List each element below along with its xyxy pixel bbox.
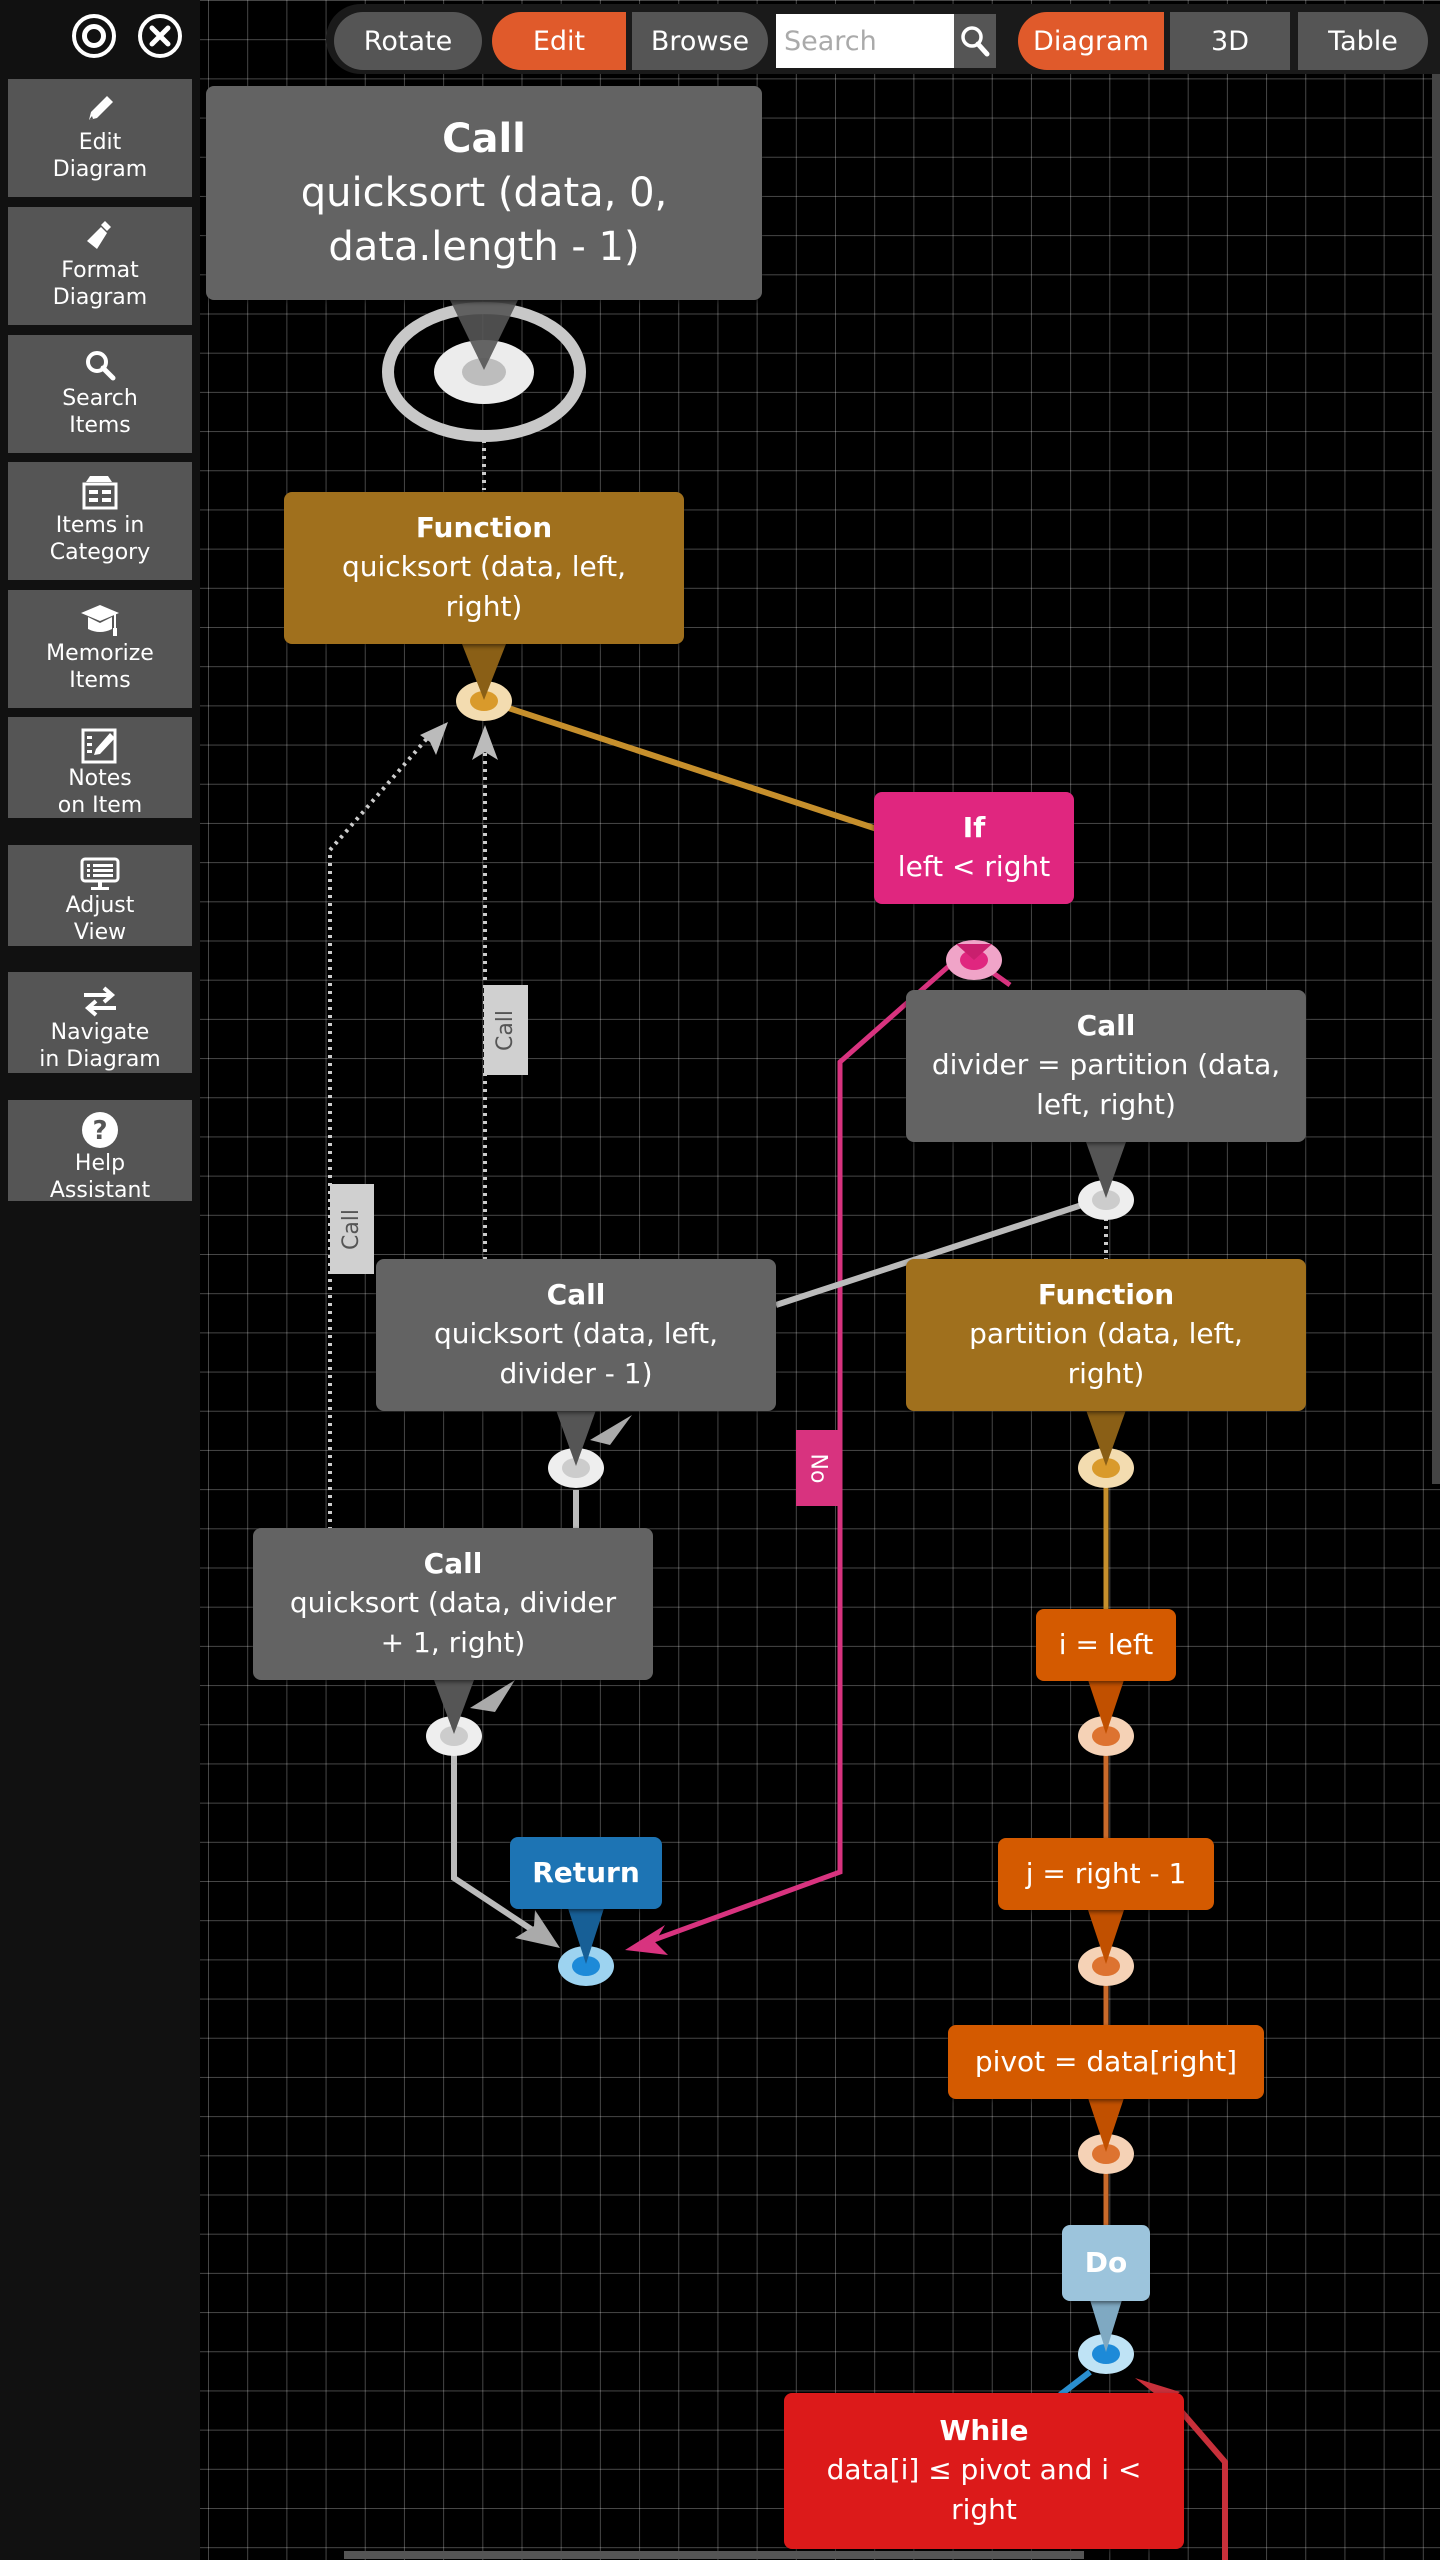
sidebar-item-notes-on-item[interactable]: Notes on Item [8, 717, 192, 818]
node-text: right) [445, 590, 523, 623]
node-keyword: Call [423, 1547, 483, 1580]
sidebar-item-search-items[interactable]: Search Items [8, 335, 192, 453]
sidebar-item-help-assistant[interactable]: ? Help Assistant [8, 1100, 192, 1203]
node-text: left, right) [1036, 1088, 1176, 1121]
sidebar-item-label: Diagram [52, 157, 148, 182]
search-button[interactable] [954, 14, 996, 68]
node-return[interactable]: Return [510, 1837, 662, 1909]
sidebar-item-label: Items in [55, 513, 145, 538]
node-keyword: Function [1037, 1278, 1175, 1311]
question-circle-icon: ? [78, 1110, 122, 1150]
node-text: divider - 1) [499, 1357, 653, 1390]
sidebar-item-label: Help [74, 1151, 126, 1176]
sidebar-item-label: Items [69, 413, 131, 438]
sidebar-item-label: Search [62, 386, 138, 411]
search-input[interactable] [776, 14, 954, 68]
pencil-icon [78, 89, 122, 129]
node-text: quicksort (data, left, [433, 1317, 719, 1350]
node-if[interactable]: If left < right [874, 792, 1074, 904]
node-text: i = left [1058, 1628, 1154, 1661]
edge-label-text: Call [339, 1208, 365, 1250]
magnifier-icon [78, 345, 122, 385]
sidebar-item-label: Diagram [52, 285, 148, 310]
sidebar-item-label: Notes [68, 766, 132, 791]
node-call-quicksort-right[interactable]: Call quicksort (data, divider + 1, right… [253, 1528, 653, 1680]
3d-view-button[interactable]: 3D [1170, 12, 1290, 70]
vertical-scrollbar[interactable] [1432, 28, 1440, 1484]
top-toolbar: Rotate Edit Browse Diagram 3D Table [326, 4, 1440, 74]
category-card-icon [78, 472, 122, 512]
node-keyword: Return [532, 1856, 640, 1889]
node-text: quicksort (data, divider [289, 1586, 617, 1619]
sidebar-item-label: Assistant [49, 1178, 151, 1203]
node-do[interactable]: Do [1062, 2225, 1150, 2301]
edge-label-call-2[interactable]: Call [330, 1184, 374, 1274]
node-while[interactable]: While data[i] ≤ pivot and i < right [784, 2393, 1184, 2549]
edge-label-call-1[interactable]: Call [484, 985, 528, 1075]
sidebar-item-label: View [73, 920, 127, 945]
node-call-partition[interactable]: Call divider = partition (data, left, ri… [906, 990, 1306, 1142]
node-assign-j[interactable]: j = right - 1 [998, 1838, 1214, 1910]
node-keyword: Do [1084, 2246, 1128, 2279]
node-keyword: While [939, 2414, 1029, 2447]
node-function-partition[interactable]: Function partition (data, left, right) [906, 1259, 1306, 1411]
node-call-quicksort-left[interactable]: Call quicksort (data, left, divider - 1) [376, 1259, 776, 1411]
edge-label-no[interactable]: No [796, 1430, 840, 1506]
sidebar-item-label: Category [49, 540, 151, 565]
node-text: right [951, 2493, 1017, 2526]
sidebar-item-navigate-in-diagram[interactable]: Navigate in Diagram [8, 972, 192, 1073]
close-x-icon[interactable] [138, 14, 182, 58]
diagram-view-button[interactable]: Diagram [1018, 12, 1164, 70]
node-text: partition (data, left, [969, 1317, 1243, 1350]
node-text: + 1, right) [380, 1626, 526, 1659]
node-function-quicksort[interactable]: Function quicksort (data, left, right) [284, 492, 684, 644]
edge-label-text: No [805, 1453, 831, 1483]
search-icon [961, 26, 990, 57]
monitor-list-icon [78, 855, 122, 892]
node-text: left < right [897, 850, 1051, 883]
node-assign-i[interactable]: i = left [1036, 1609, 1176, 1681]
sidebar-item-label: Edit [78, 130, 122, 155]
sidebar-item-label: Items [69, 668, 131, 693]
sidebar-item-adjust-view[interactable]: Adjust View [8, 845, 192, 946]
node-text: j = right - 1 [1025, 1857, 1187, 1890]
node-text: quicksort (data, 0, [300, 170, 668, 216]
sidebar-item-items-in-category[interactable]: Items in Category [8, 462, 192, 580]
horizontal-scrollbar[interactable] [344, 2551, 1084, 2559]
node-keyword: Call [442, 116, 526, 162]
graduation-cap-icon [78, 600, 122, 640]
node-assign-pivot[interactable]: pivot = data[right] [948, 2025, 1264, 2099]
table-view-button[interactable]: Table [1298, 12, 1428, 70]
node-keyword: If [962, 811, 986, 844]
browse-button[interactable]: Browse [632, 12, 768, 70]
sidebar: Edit Diagram Format Diagram Search Items… [0, 0, 200, 2560]
sidebar-item-format-diagram[interactable]: Format Diagram [8, 207, 192, 325]
svg-text:?: ? [92, 1116, 107, 1146]
sidebar-item-label: Memorize [46, 641, 154, 666]
rotate-button[interactable]: Rotate [334, 12, 482, 70]
edit-button[interactable]: Edit [492, 12, 626, 70]
sidebar-item-label: Navigate [50, 1020, 150, 1045]
paintbrush-icon [78, 217, 122, 257]
sidebar-item-edit-diagram[interactable]: Edit Diagram [8, 79, 192, 197]
node-text: divider = partition (data, [931, 1048, 1281, 1081]
sidebar-item-label: Format [61, 258, 139, 283]
node-keyword: Call [546, 1278, 606, 1311]
notes-pencil-icon [78, 727, 122, 765]
node-keyword: Function [415, 511, 553, 544]
node-call-root[interactable]: Call quicksort (data, 0, data.length - 1… [206, 86, 762, 300]
node-text: data[i] ≤ pivot and i < [826, 2453, 1142, 2486]
sidebar-item-label: Adjust [65, 893, 135, 918]
node-text: right) [1067, 1357, 1145, 1390]
sidebar-item-memorize-items[interactable]: Memorize Items [8, 590, 192, 708]
node-keyword: Call [1076, 1009, 1136, 1042]
sidebar-item-label: on Item [57, 793, 143, 818]
node-text: pivot = data[right] [974, 2045, 1238, 2078]
target-circle-icon[interactable] [72, 14, 116, 58]
swap-arrows-icon [78, 982, 122, 1019]
sidebar-item-label: in Diagram [39, 1047, 161, 1072]
edge-label-text: Call [493, 1009, 519, 1051]
node-text: quicksort (data, left, [341, 550, 627, 583]
node-text: data.length - 1) [328, 224, 640, 270]
